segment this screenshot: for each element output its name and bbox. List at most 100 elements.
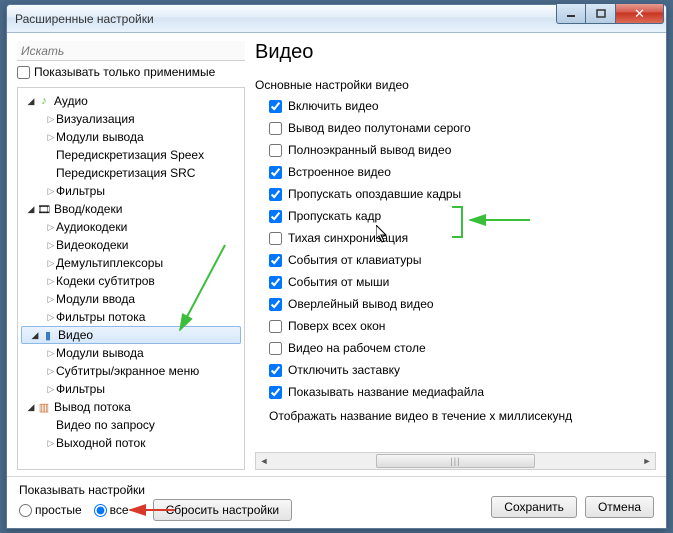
tree-item[interactable]: ▷Субтитры/экранное меню (18, 362, 244, 380)
option-row: Встроенное видео (255, 161, 656, 183)
tree-item[interactable]: ▷Фильтры потока (18, 308, 244, 326)
option-label: Полноэкранный вывод видео (288, 143, 451, 157)
option-checkbox[interactable] (269, 166, 282, 179)
collapse-icon: ▷ (46, 294, 56, 305)
option-row: События от мыши (255, 271, 656, 293)
option-checkbox[interactable] (269, 100, 282, 113)
collapse-icon: ▷ (46, 276, 56, 287)
radio-all[interactable]: все (94, 503, 129, 517)
left-pane: Показывать только применимые ◢♪Аудио ▷Ви… (17, 41, 245, 470)
collapse-icon: ▷ (46, 258, 56, 269)
option-checkbox[interactable] (269, 364, 282, 377)
option-row: Тихая синхронизация (255, 227, 656, 249)
expand-icon: ◢ (26, 96, 36, 107)
settings-tree[interactable]: ◢♪Аудио ▷Визуализация ▷Модули вывода Пер… (17, 87, 245, 470)
settings-window: Расширенные настройки ✕ Показывать тольк… (6, 4, 667, 529)
cancel-button[interactable]: Отмена (585, 496, 654, 518)
option-row: Оверлейный вывод видео (255, 293, 656, 315)
option-checkbox[interactable] (269, 232, 282, 245)
tree-item[interactable]: ▷Визуализация (18, 110, 244, 128)
collapse-icon: ▷ (46, 348, 56, 359)
option-checkbox[interactable] (269, 122, 282, 135)
tree-item[interactable]: ▷Модули ввода (18, 290, 244, 308)
save-button[interactable]: Сохранить (491, 496, 577, 518)
option-label: Пропускать опоздавшие кадры (288, 187, 461, 201)
option-label: События от клавиатуры (288, 253, 421, 267)
option-row: Вывод видео полутонами серого (255, 117, 656, 139)
expand-icon: ◢ (26, 402, 36, 413)
option-row: Включить видео (255, 95, 656, 117)
tree-item[interactable]: Передискретизация Speex (18, 146, 244, 164)
reset-button[interactable]: Сбросить настройки (153, 499, 292, 521)
search-input[interactable] (17, 41, 245, 61)
applicable-checkbox[interactable] (17, 66, 30, 79)
caption-label: Отображать название видео в течение x ми… (269, 409, 656, 423)
collapse-icon: ▷ (46, 132, 56, 143)
tree-item[interactable]: ▷Аудиокодеки (18, 218, 244, 236)
radio-simple[interactable]: простые (19, 503, 82, 517)
option-label: Отключить заставку (288, 363, 400, 377)
option-label: Пропускать кадр (288, 209, 381, 223)
page-heading: Видео (255, 41, 656, 64)
collapse-icon: ▷ (46, 312, 56, 323)
scroll-right-icon[interactable]: ► (639, 456, 655, 466)
option-label: Видео на рабочем столе (288, 341, 426, 355)
collapse-icon: ▷ (46, 222, 56, 233)
tree-item[interactable]: Передискретизация SRC (18, 164, 244, 182)
video-icon: ▮ (40, 327, 56, 343)
tree-item[interactable]: ▷Выходной поток (18, 434, 244, 452)
window-title: Расширенные настройки (15, 12, 154, 26)
scroll-left-icon[interactable]: ◄ (256, 456, 272, 466)
option-checkbox[interactable] (269, 254, 282, 267)
option-row: События от клавиатуры (255, 249, 656, 271)
tree-item-video[interactable]: ◢▮Видео (21, 326, 241, 344)
horizontal-scrollbar[interactable]: ◄ ||| ► (255, 452, 656, 470)
option-checkbox[interactable] (269, 386, 282, 399)
applicable-label: Показывать только применимые (34, 65, 215, 79)
option-label: Поверх всех окон (288, 319, 385, 333)
maximize-button[interactable] (586, 4, 616, 24)
option-row: Отключить заставку (255, 359, 656, 381)
tree-item[interactable]: Видео по запросу (18, 416, 244, 434)
option-checkbox[interactable] (269, 320, 282, 333)
tree-item[interactable]: ▷Фильтры (18, 380, 244, 398)
option-checkbox[interactable] (269, 144, 282, 157)
option-row: Пропускать опоздавшие кадры (255, 183, 656, 205)
option-label: События от мыши (288, 275, 389, 289)
option-checkbox[interactable] (269, 298, 282, 311)
tree-item-input[interactable]: ◢🎞Ввод/кодеки (18, 200, 244, 218)
minimize-button[interactable] (556, 4, 586, 24)
tree-item[interactable]: ▷Кодеки субтитров (18, 272, 244, 290)
tree-item[interactable]: ▷Модули вывода (18, 344, 244, 362)
expand-icon: ◢ (30, 330, 40, 341)
right-pane: Видео Основные настройки видео Включить … (255, 41, 656, 470)
tree-item[interactable]: ▷Демультиплексоры (18, 254, 244, 272)
scrollbar-thumb[interactable]: ||| (376, 454, 536, 468)
option-checkbox[interactable] (269, 210, 282, 223)
options-list: Включить видео Вывод видео полутонами сер… (255, 95, 656, 444)
option-label: Включить видео (288, 99, 379, 113)
tree-item[interactable]: ▷Фильтры (18, 182, 244, 200)
collapse-icon: ▷ (46, 384, 56, 395)
option-checkbox[interactable] (269, 342, 282, 355)
audio-icon: ♪ (36, 93, 52, 109)
footer: Показывать настройки простые все Сбросит… (7, 476, 666, 528)
tree-item[interactable]: ▷Видеокодеки (18, 236, 244, 254)
option-checkbox[interactable] (269, 188, 282, 201)
option-row: Показывать название медиафайла (255, 381, 656, 403)
section-subhead: Основные настройки видео (255, 78, 656, 92)
option-label: Показывать название медиафайла (288, 385, 484, 399)
option-label: Тихая синхронизация (288, 231, 408, 245)
tree-item-output[interactable]: ◢▥Вывод потока (18, 398, 244, 416)
option-checkbox[interactable] (269, 276, 282, 289)
collapse-icon: ▷ (46, 186, 56, 197)
option-label: Вывод видео полутонами серого (288, 121, 471, 135)
titlebar[interactable]: Расширенные настройки ✕ (7, 5, 666, 33)
collapse-icon: ▷ (46, 438, 56, 449)
tree-item[interactable]: ▷Модули вывода (18, 128, 244, 146)
option-row: Видео на рабочем столе (255, 337, 656, 359)
close-button[interactable]: ✕ (616, 4, 664, 24)
show-settings-label: Показывать настройки (19, 483, 654, 497)
collapse-icon: ▷ (46, 366, 56, 377)
tree-item-audio[interactable]: ◢♪Аудио (18, 92, 244, 110)
